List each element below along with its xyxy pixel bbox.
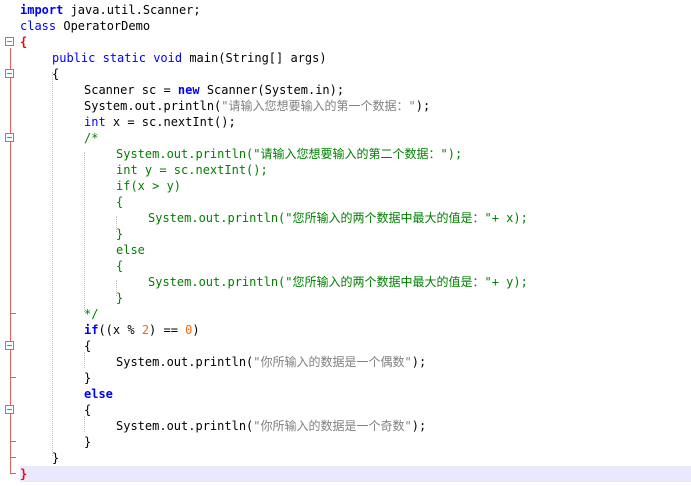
code-line-25: else (84, 386, 113, 402)
code-line-28: } (84, 434, 91, 450)
keyword: if (84, 323, 99, 337)
code-text: ); (411, 355, 427, 369)
code-text: { (52, 67, 60, 81)
fold-toggle-else-block[interactable] (5, 405, 14, 414)
code-text: Scanner(System.in); (199, 83, 345, 97)
indent-guide (84, 416, 85, 432)
code-line-29: } (52, 450, 59, 466)
indent-guide (84, 352, 85, 368)
code-editor[interactable]: import java.util.Scanner; class Operator… (20, 0, 691, 486)
keyword: static (102, 51, 146, 65)
string-literal: "你所输入的数据是一个奇数" (253, 419, 412, 433)
keyword: import (20, 3, 64, 17)
code-line-15: } (116, 226, 123, 242)
code-line-10: System.out.println("请输入您想要输入的第二个数据："); (116, 146, 462, 162)
code-text: { (84, 403, 92, 417)
code-line-23: System.out.println("你所输入的数据是一个偶数"); (116, 354, 426, 370)
code-line-24: } (84, 370, 91, 386)
code-line-30-current: } (20, 466, 691, 482)
code-line-21: if((x % 2) == 0) (84, 322, 200, 338)
code-text: main(String[] args) (182, 51, 327, 65)
code-line-17: { (116, 258, 123, 274)
comment-text: } (116, 291, 124, 305)
brace-highlight: { (20, 35, 28, 49)
comment-text: /* (84, 131, 99, 145)
code-text: ); (415, 99, 431, 113)
code-line-20: */ (84, 306, 98, 322)
comment-text: } (116, 227, 124, 241)
keyword: new (177, 83, 200, 97)
comment-text: System.out.println("您所输入的两个数据中最大的值是："+ x… (148, 211, 528, 225)
fold-end-else-block (10, 441, 16, 442)
comment-text: else (116, 243, 145, 257)
code-text: java.util.Scanner; (63, 3, 201, 17)
code-line-4: public static void main(String[] args) (52, 50, 327, 66)
code-line-7: System.out.println("请输入您想要输入的第一个数据："); (84, 98, 430, 114)
fold-end-class (10, 473, 16, 474)
comment-text: int y = sc.nextInt(); (116, 163, 268, 177)
code-line-6: Scanner sc = new Scanner(System.in); (84, 82, 344, 98)
comment-text: */ (84, 307, 99, 321)
code-text: ) == (149, 323, 186, 337)
comment-text: System.out.println("请输入您想要输入的第二个数据："); (116, 147, 463, 161)
code-line-14: System.out.println("您所输入的两个数据中最大的值是："+ x… (148, 210, 528, 226)
code-text: System.out.println( (84, 99, 222, 113)
brace-highlight: } (20, 467, 28, 481)
indent-guide (52, 72, 53, 456)
fold-toggle-class[interactable] (5, 37, 14, 46)
comment-text: if(x > y) (116, 179, 182, 193)
code-text: } (84, 435, 92, 449)
code-text: } (52, 451, 60, 465)
code-text: ((x % (98, 323, 142, 337)
fold-toggle-comment[interactable] (5, 133, 14, 142)
keyword: void (153, 51, 183, 65)
code-text: { (84, 339, 92, 353)
number-literal: 2 (141, 323, 150, 337)
code-line-9: /* (84, 130, 98, 146)
fold-toggle-main[interactable] (5, 69, 14, 78)
code-text: Scanner sc = (84, 83, 178, 97)
code-text: ); (411, 419, 427, 433)
code-line-18: System.out.println("您所输入的两个数据中最大的值是："+ y… (148, 274, 528, 290)
code-line-19: } (116, 290, 123, 306)
indent-guide (84, 152, 85, 312)
code-line-3: { (20, 34, 27, 50)
code-line-22: { (84, 338, 91, 354)
code-text: x = sc.nextInt(); (105, 115, 236, 129)
code-line-2: class OperatorDemo (20, 18, 150, 34)
fold-end-main (10, 457, 16, 458)
keyword: int (84, 115, 106, 129)
code-line-11: int y = sc.nextInt(); (116, 162, 268, 178)
code-text: System.out.println( (116, 355, 254, 369)
code-line-1: import java.util.Scanner; (20, 2, 201, 18)
keyword: else (84, 387, 113, 401)
fold-end-comment (10, 313, 16, 314)
string-literal: "请输入您想要输入的第一个数据：" (221, 99, 416, 113)
code-line-12: if(x > y) (116, 178, 181, 194)
string-literal: "你所输入的数据是一个偶数" (253, 355, 412, 369)
comment-text: { (116, 259, 124, 273)
fold-toggle-if-block[interactable] (5, 341, 14, 350)
keyword: public (52, 51, 96, 65)
fold-end-if-block (10, 377, 16, 378)
code-line-26: { (84, 402, 91, 418)
code-line-13: { (116, 194, 123, 210)
code-text: ) (192, 323, 200, 337)
comment-text: System.out.println("您所输入的两个数据中最大的值是："+ y… (148, 275, 528, 289)
code-line-8: int x = sc.nextInt(); (84, 114, 236, 130)
code-line-16: else (116, 242, 145, 258)
code-text: OperatorDemo (56, 19, 151, 33)
keyword: class (20, 19, 57, 33)
comment-text: { (116, 195, 124, 209)
code-line-5: { (52, 66, 59, 82)
code-line-27: System.out.println("你所输入的数据是一个奇数"); (116, 418, 426, 434)
code-text: } (84, 371, 92, 385)
fold-gutter (0, 0, 20, 486)
code-text: System.out.println( (116, 419, 254, 433)
